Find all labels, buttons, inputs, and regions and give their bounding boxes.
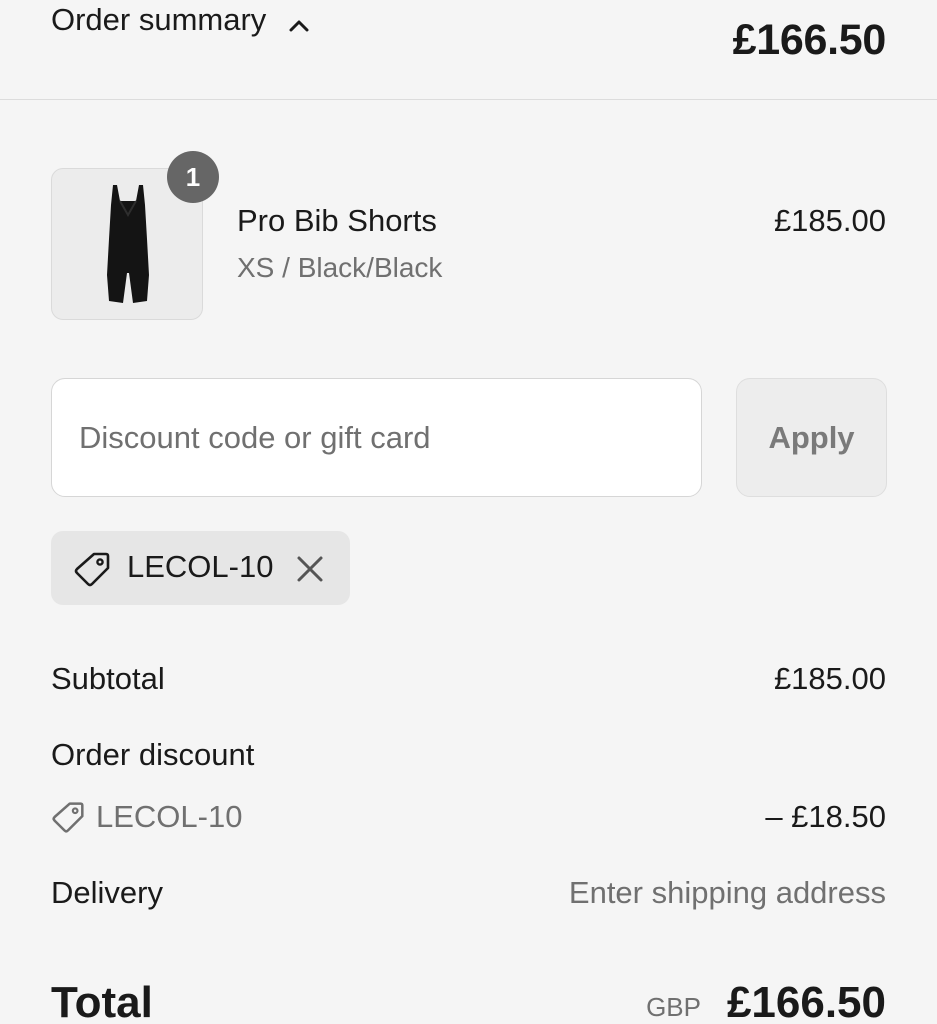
order-summary-page: Order summary £166.50 1 Pro Bib Shorts X… <box>0 0 937 1024</box>
total-label: Total <box>51 978 153 1024</box>
discount-code-input[interactable] <box>51 378 702 497</box>
order-summary-toggle[interactable]: Order summary <box>51 2 310 38</box>
applied-discount-code: LECOL-10 <box>127 549 274 584</box>
chevron-up-icon <box>288 9 310 32</box>
apply-discount-button[interactable]: Apply <box>736 378 887 497</box>
bib-shorts-image <box>107 185 149 303</box>
order-summary-toggle-label: Order summary <box>51 2 267 37</box>
order-summary-header: Order summary £166.50 <box>0 0 937 100</box>
header-total-price: £166.50 <box>732 16 887 64</box>
delivery-value: Enter shipping address <box>568 875 886 910</box>
total-currency: GBP <box>646 992 701 1022</box>
product-price: £185.00 <box>773 203 886 238</box>
remove-discount-icon[interactable] <box>294 553 326 585</box>
applied-discount-chip: LECOL-10 <box>51 531 350 605</box>
order-discount-label: Order discount <box>51 737 255 772</box>
tag-icon <box>51 800 85 834</box>
order-discount-value: – £18.50 <box>765 799 886 834</box>
total-value: £166.50 <box>726 978 886 1024</box>
product-name: Pro Bib Shorts <box>237 203 437 238</box>
subtotal-value: £185.00 <box>773 661 886 696</box>
delivery-label: Delivery <box>51 875 163 910</box>
tag-icon <box>73 550 111 588</box>
subtotal-label: Subtotal <box>51 661 165 696</box>
product-variant: XS / Black/Black <box>237 252 443 283</box>
quantity-badge: 1 <box>167 151 219 203</box>
order-discount-code: LECOL-10 <box>96 799 243 834</box>
